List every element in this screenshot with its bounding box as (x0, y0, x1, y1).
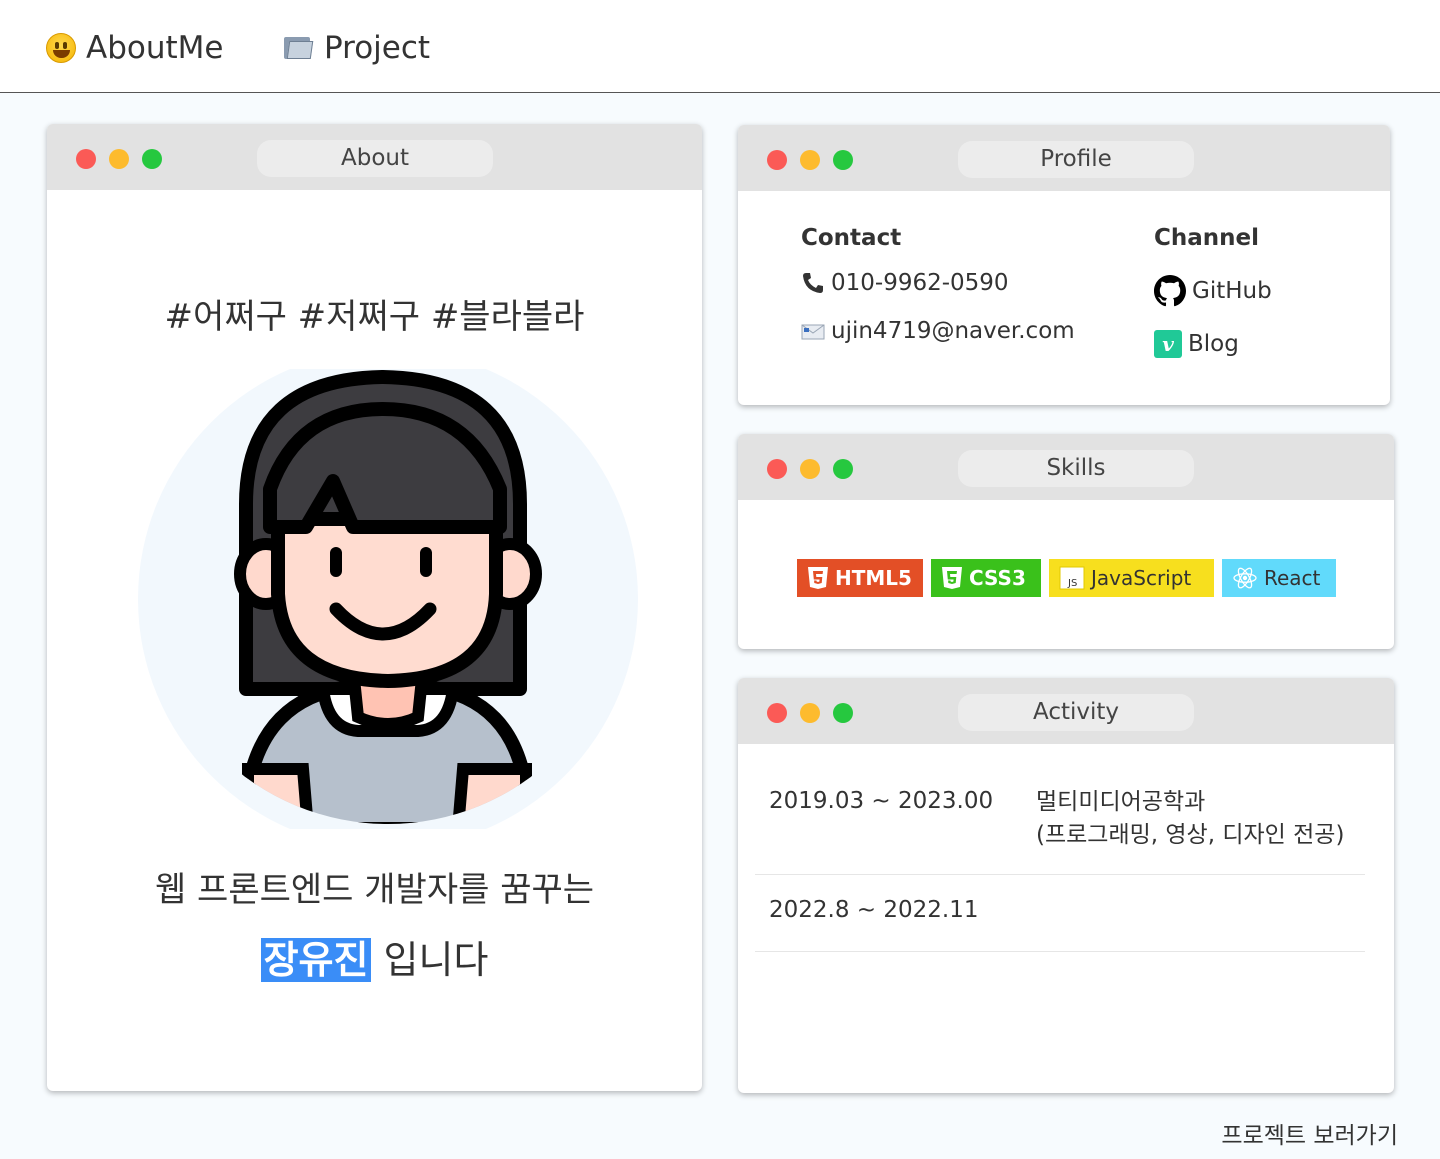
avatar (138, 349, 638, 849)
profile-window: Profile Contact 010-9962-0590 ujin4719@n… (738, 125, 1390, 405)
activity-window-title: Activity (958, 694, 1194, 731)
badge-css3-label: CSS3 (969, 566, 1026, 590)
blog-link[interactable]: v Blog (1154, 330, 1239, 358)
nav-aboutme[interactable]: AboutMe (46, 26, 223, 70)
hashtags: #어쩌구 #저쩌구 #블라블라 (164, 297, 585, 337)
maximize-dot[interactable] (142, 149, 162, 169)
minimize-dot[interactable] (800, 703, 820, 723)
badge-javascript: JS JavaScript (1049, 559, 1214, 597)
activity-desc-line2: (프로그래밍, 영상, 디자인 전공) (1036, 822, 1345, 848)
top-nav: AboutMe Project (0, 0, 1440, 93)
intro-text: 웹 프론트엔드 개발자를 꿈꾸는 (154, 870, 595, 910)
activity-row: 2019.03 ~ 2023.00 멀티미디어공학과 (프로그래밍, 영상, 디… (755, 788, 1365, 875)
nav-aboutme-label: AboutMe (86, 30, 224, 66)
profile-titlebar: Profile (738, 125, 1390, 191)
folder-icon (284, 35, 314, 61)
badge-react-label: React (1264, 566, 1321, 590)
activity-description: 멀티미디어공학과 (프로그래밍, 영상, 디자인 전공) (1036, 786, 1344, 852)
name-suffix: 입니다 (383, 938, 489, 982)
skill-badges: HTML5 CSS3 JS JavaScript React (797, 559, 1336, 597)
close-dot[interactable] (767, 703, 787, 723)
grinning-face-icon (46, 33, 76, 63)
contact-heading: Contact (801, 225, 902, 251)
badge-javascript-label: JavaScript (1091, 566, 1192, 590)
minimize-dot[interactable] (800, 150, 820, 170)
blog-label: Blog (1188, 331, 1239, 357)
badge-css3: CSS3 (931, 559, 1041, 597)
activity-date: 2022.8 ~ 2022.11 (769, 897, 979, 923)
skills-window: Skills HTML5 CSS3 JS JavaScript React (738, 434, 1394, 649)
activity-window: Activity 2019.03 ~ 2023.00 멀티미디어공학과 (프로그… (738, 678, 1394, 1093)
activity-row: 2022.8 ~ 2022.11 (755, 875, 1365, 952)
skills-titlebar: Skills (738, 434, 1394, 500)
close-dot[interactable] (767, 459, 787, 479)
name-highlight: 장유진 (260, 938, 372, 982)
phone-icon (803, 273, 823, 293)
profile-window-title: Profile (958, 141, 1194, 178)
phone-row: 010-9962-0590 (801, 270, 1009, 296)
name-line: 장유진 입니다 (47, 929, 702, 984)
github-link[interactable]: GitHub (1154, 275, 1272, 307)
maximize-dot[interactable] (833, 150, 853, 170)
channel-heading: Channel (1154, 225, 1260, 251)
view-projects-link[interactable]: 프로젝트 보러가기 (1221, 1116, 1398, 1150)
envelope-icon (801, 324, 825, 340)
activity-date: 2019.03 ~ 2023.00 (769, 788, 994, 814)
badge-html5-label: HTML5 (835, 566, 912, 590)
react-icon (1233, 567, 1257, 589)
activity-titlebar: Activity (738, 678, 1394, 744)
nav-project[interactable]: Project (284, 26, 430, 70)
email-address[interactable]: ujin4719@naver.com (831, 318, 1075, 344)
github-label: GitHub (1192, 278, 1272, 304)
svg-text:JS: JS (1067, 578, 1077, 589)
html5-icon (808, 567, 828, 589)
avatar-illustration (138, 349, 638, 849)
maximize-dot[interactable] (833, 459, 853, 479)
about-titlebar: About (47, 124, 702, 190)
github-icon (1154, 275, 1186, 307)
css3-icon (942, 567, 962, 589)
minimize-dot[interactable] (109, 149, 129, 169)
badge-react: React (1222, 559, 1336, 597)
velog-icon: v (1154, 330, 1182, 358)
about-window: About #어쩌구 #저쩌구 #블라블라 웹 프론트엔드 개발자를 꿈꾸는 장… (47, 124, 702, 1091)
javascript-icon: JS (1059, 566, 1085, 590)
minimize-dot[interactable] (800, 459, 820, 479)
close-dot[interactable] (767, 150, 787, 170)
skills-window-title: Skills (958, 450, 1194, 487)
close-dot[interactable] (76, 149, 96, 169)
nav-project-label: Project (324, 30, 431, 66)
activity-desc-line1: 멀티미디어공학과 (1036, 789, 1206, 815)
phone-number: 010-9962-0590 (831, 270, 1009, 296)
badge-html5: HTML5 (797, 559, 923, 597)
about-window-title: About (257, 140, 493, 177)
email-row: ujin4719@naver.com (801, 318, 1075, 344)
maximize-dot[interactable] (833, 703, 853, 723)
